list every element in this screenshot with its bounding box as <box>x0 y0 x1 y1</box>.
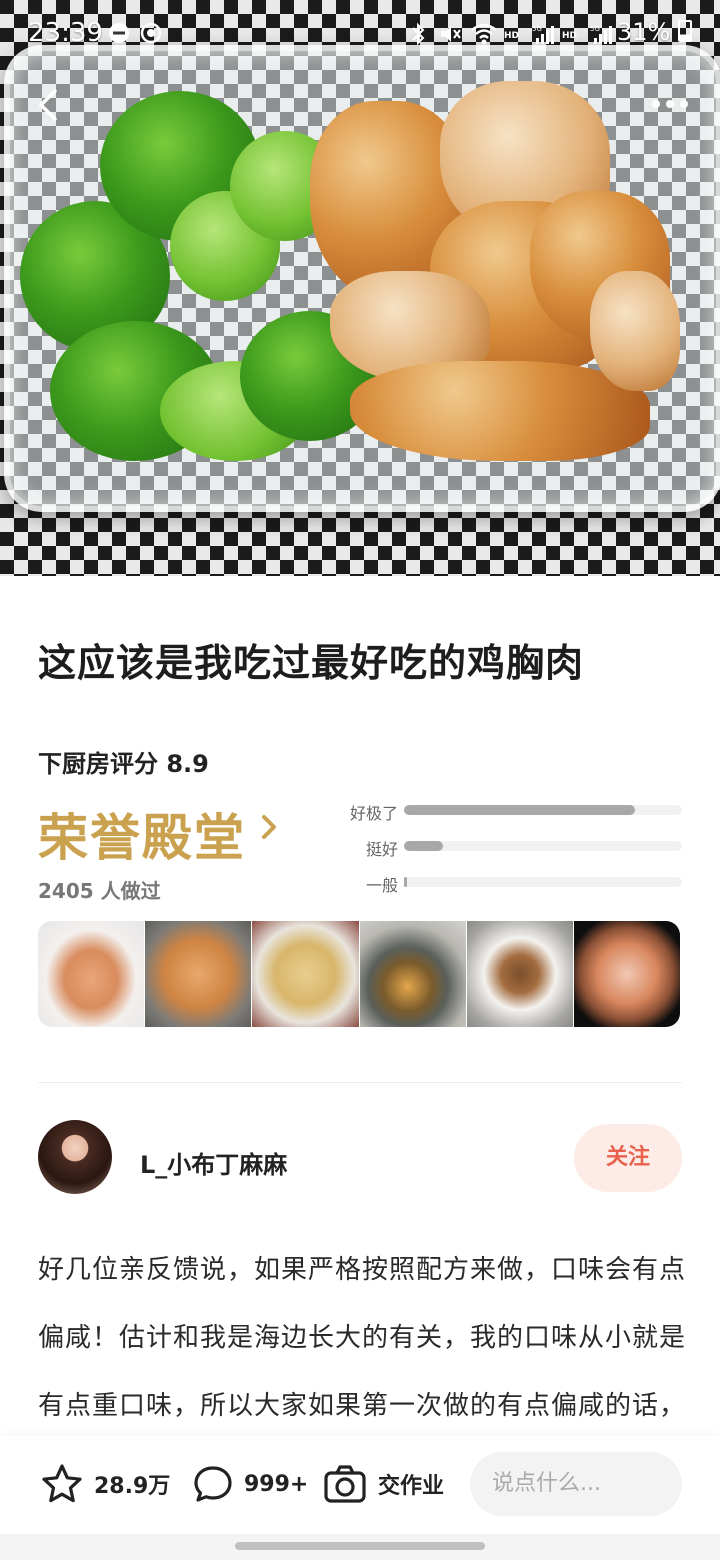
author-name[interactable]: L_小布丁麻麻 <box>140 1145 287 1180</box>
user-photo[interactable] <box>573 921 680 1027</box>
battery-icon <box>678 20 692 42</box>
bottom-action-bar: 28.9万 999+ 交作业 说点什么... <box>0 1436 720 1534</box>
notification-icon <box>140 22 162 44</box>
follow-button[interactable]: 关注 <box>574 1124 682 1192</box>
homework-label: 交作业 <box>378 1474 445 1499</box>
rating-bar <box>404 805 682 815</box>
rating-bar <box>404 877 682 887</box>
rating-bar-fill <box>404 877 407 887</box>
svg-text:5G: 5G <box>532 25 542 33</box>
rating-bar <box>404 841 682 851</box>
user-photo[interactable] <box>466 921 574 1027</box>
user-photo[interactable] <box>359 921 467 1027</box>
food-container-image <box>4 45 720 512</box>
chevron-right-icon[interactable] <box>258 813 280 841</box>
homework-button[interactable]: 交作业 <box>322 1458 444 1510</box>
favorite-button[interactable]: 28.9万 <box>40 1458 170 1510</box>
svg-text:HD: HD <box>562 31 577 41</box>
user-photo[interactable] <box>145 921 253 1027</box>
rating-label: 好极了 <box>349 804 398 823</box>
wifi-icon <box>471 23 497 45</box>
rating-bar-fill <box>404 805 635 815</box>
rating-bar-fill <box>404 841 443 851</box>
rating-row: 挺好 <box>340 836 684 859</box>
more-dots-icon[interactable] <box>648 92 692 116</box>
star-icon <box>42 1464 82 1503</box>
home-indicator[interactable] <box>235 1542 485 1550</box>
bluetooth-icon <box>412 22 425 46</box>
camera-icon <box>324 1465 366 1503</box>
recipe-hero-image[interactable]: 23:39 HD 5G HD 5G 31% <box>0 0 720 576</box>
rank-label[interactable]: 荣誉殿堂 <box>38 798 246 870</box>
made-count: 2405 人做过 <box>38 879 161 903</box>
comments-button[interactable]: 999+ <box>192 1458 308 1510</box>
recipe-title: 这应该是我吃过最好吃的鸡胸肉 <box>38 641 585 685</box>
favorite-count: 28.9万 <box>94 1474 171 1499</box>
comment-bubble-icon <box>194 1466 232 1502</box>
status-bar: 23:39 HD 5G HD 5G 31% <box>0 0 720 70</box>
divider <box>38 1082 682 1083</box>
back-arrow-icon[interactable] <box>30 85 70 125</box>
minus-circle-icon <box>109 23 129 43</box>
user-photo[interactable] <box>38 921 146 1027</box>
comment-count: 999+ <box>244 1471 309 1497</box>
avatar[interactable] <box>38 1120 112 1194</box>
svg-text:5G: 5G <box>590 25 600 33</box>
recipe-score: 下厨房评分 8.9 <box>38 750 209 778</box>
mute-icon <box>441 26 461 42</box>
signal-icon: HD 5G <box>562 25 612 44</box>
rating-label: 挺好 <box>365 840 398 859</box>
user-photos-strip[interactable] <box>38 921 680 1027</box>
battery-level: 31% <box>617 18 692 46</box>
system-nav-bar <box>0 1534 720 1560</box>
svg-text:HD: HD <box>504 31 519 41</box>
comment-input[interactable]: 说点什么... <box>470 1452 682 1516</box>
rating-label: 一般 <box>365 876 398 895</box>
status-time: 23:39 <box>28 18 103 48</box>
rating-row: 好极了 <box>340 800 684 823</box>
signal-icon: HD 5G <box>504 25 554 44</box>
rating-row: 一般 <box>340 872 684 895</box>
user-photo[interactable] <box>252 921 360 1027</box>
